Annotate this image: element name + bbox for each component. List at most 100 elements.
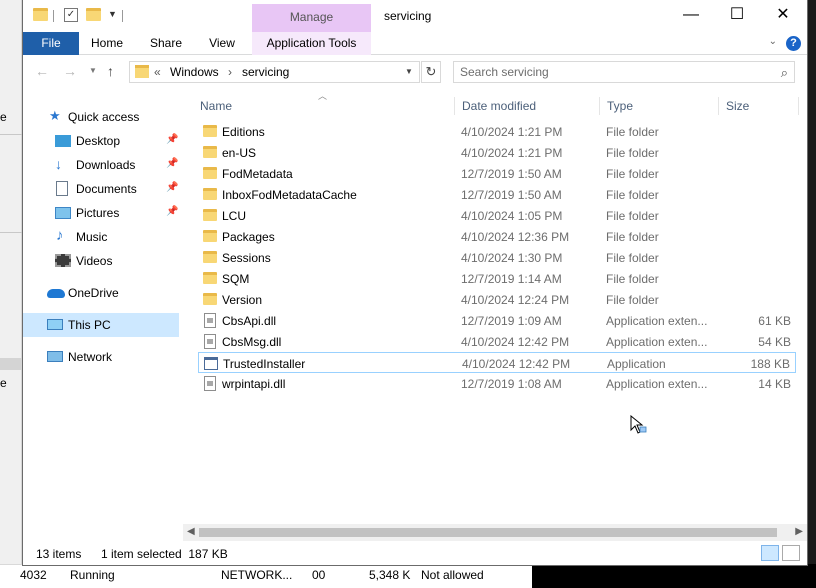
file-row[interactable]: SQM 12/7/2019 1:14 AM File folder (198, 268, 796, 289)
file-row[interactable]: en-US 4/10/2024 1:21 PM File folder (198, 142, 796, 163)
pin-icon: 📌 (166, 158, 179, 169)
file-date: 4/10/2024 12:42 PM (461, 335, 570, 349)
title-bar[interactable]: ✓ ▼ Manage servicing — ☐ ✕ (23, 0, 807, 32)
dll-file-icon (204, 313, 216, 328)
nav-music[interactable]: ♪ Music (23, 225, 183, 249)
tab-file[interactable]: File (23, 32, 79, 55)
new-folder-icon[interactable] (86, 8, 101, 21)
background-divider (0, 232, 22, 233)
column-header-size[interactable]: Size (719, 97, 799, 115)
search-box[interactable]: ⌕ (453, 61, 795, 83)
nav-videos[interactable]: Videos (23, 249, 183, 273)
desktop-icon (55, 135, 71, 147)
breadcrumb-separator[interactable]: › (228, 65, 232, 79)
column-header-name[interactable]: Name (193, 97, 455, 115)
properties-icon[interactable]: ✓ (64, 8, 78, 22)
file-row[interactable]: Editions 4/10/2024 1:21 PM File folder (198, 121, 796, 142)
nav-videos-label: Videos (76, 254, 113, 268)
scroll-left-icon[interactable]: ◀ (187, 526, 195, 537)
file-row[interactable]: LCU 4/10/2024 1:05 PM File folder (198, 205, 796, 226)
file-name: FodMetadata (222, 167, 293, 181)
nav-this-pc[interactable]: This PC (23, 313, 179, 337)
file-row[interactable]: FodMetadata 12/7/2019 1:50 AM File folder (198, 163, 796, 184)
large-icons-view-button[interactable] (782, 545, 800, 561)
file-row[interactable]: TrustedInstaller 4/10/2024 12:42 PM Applic… (198, 352, 796, 373)
file-type: File folder (606, 209, 659, 223)
file-date: 4/10/2024 1:21 PM (461, 125, 563, 139)
help-button[interactable]: ? (786, 36, 801, 51)
mouse-cursor-icon (630, 415, 647, 434)
dll-file-icon (204, 376, 216, 391)
file-row[interactable]: Sessions 4/10/2024 1:30 PM File folder (198, 247, 796, 268)
process-status: Running (70, 568, 115, 582)
file-row[interactable]: CbsApi.dll 12/7/2019 1:09 AM Application e… (198, 310, 796, 331)
recent-locations-icon[interactable]: ▼ (89, 66, 97, 75)
details-view-button[interactable] (761, 545, 779, 561)
file-row[interactable]: wrpintapi.dll 12/7/2019 1:08 AM Applicatio… (198, 373, 796, 394)
file-row[interactable]: CbsMsg.dll 4/10/2024 12:42 PM Application … (198, 331, 796, 352)
nav-documents[interactable]: Documents 📌 (23, 177, 183, 201)
file-size: 188 KB (750, 357, 790, 371)
address-dropdown-icon[interactable]: ▼ (405, 67, 413, 76)
background-text-stub: e (0, 110, 7, 124)
navigation-pane: ★ Quick access Desktop 📌 ↓ Downloads 📌 D… (23, 89, 193, 524)
column-header-date[interactable]: Date modified (455, 97, 600, 115)
address-bar[interactable]: « Windows › servicing ▼ (129, 61, 420, 83)
tab-view[interactable]: View (201, 32, 243, 55)
application-icon (204, 357, 218, 370)
column-header-type[interactable]: Type (600, 97, 719, 115)
scrollbar-thumb[interactable] (199, 528, 777, 537)
computer-icon (47, 319, 63, 330)
folder-icon (203, 251, 217, 263)
expand-ribbon-icon[interactable]: ⌄ (769, 36, 777, 47)
star-icon: ★ (49, 108, 61, 123)
folder-icon (203, 293, 217, 305)
nav-this-pc-label: This PC (68, 318, 111, 332)
maximize-button[interactable]: ☐ (714, 0, 760, 32)
folder-icon (203, 230, 217, 242)
forward-arrow-icon[interactable]: → (63, 63, 77, 79)
tab-application-tools[interactable]: Application Tools (252, 32, 371, 55)
breadcrumb-overflow[interactable]: « (154, 65, 161, 79)
file-type: Application exten... (606, 377, 708, 391)
breadcrumb-windows[interactable]: Windows (170, 65, 219, 79)
minimize-button[interactable]: — (668, 0, 714, 32)
file-row[interactable]: InboxFodMetadataCache 12/7/2019 1:50 AM Fi… (198, 184, 796, 205)
file-row[interactable]: Packages 4/10/2024 12:36 PM File folder (198, 226, 796, 247)
nav-quick-access[interactable]: ★ Quick access (23, 105, 183, 129)
tab-share[interactable]: Share (143, 32, 189, 55)
background-window-edge: e e (0, 0, 22, 566)
nav-pictures[interactable]: Pictures 📌 (23, 201, 183, 225)
file-type: File folder (606, 251, 659, 265)
close-button[interactable]: ✕ (760, 0, 806, 32)
horizontal-scrollbar[interactable]: ◀ ▶ (183, 524, 807, 541)
status-bar: 13 items 1 item selected 187 KB (23, 541, 807, 565)
tab-home[interactable]: Home (83, 32, 131, 55)
nav-desktop[interactable]: Desktop 📌 (23, 129, 183, 153)
picture-icon (55, 207, 71, 219)
nav-downloads[interactable]: ↓ Downloads 📌 (23, 153, 183, 177)
back-arrow-icon[interactable]: ← (35, 63, 49, 79)
file-name: Sessions (222, 251, 271, 265)
nav-network[interactable]: Network (23, 345, 183, 369)
pin-icon: 📌 (166, 182, 179, 193)
up-arrow-icon[interactable]: ↑ (107, 63, 114, 79)
file-name: Editions (222, 125, 265, 139)
selection-info: 1 item selected 187 KB (101, 547, 228, 561)
file-name: CbsMsg.dll (222, 335, 282, 349)
background-divider (0, 358, 22, 370)
file-row[interactable]: Version 4/10/2024 12:24 PM File folder (198, 289, 796, 310)
customize-qat-icon[interactable]: ▼ (108, 9, 117, 19)
file-name: TrustedInstaller (223, 357, 306, 371)
folder-icon (203, 167, 217, 179)
nav-pictures-label: Pictures (76, 206, 120, 220)
scroll-right-icon[interactable]: ▶ (795, 526, 803, 537)
nav-desktop-label: Desktop (76, 134, 121, 148)
search-input[interactable] (460, 64, 760, 80)
file-name: Packages (222, 230, 275, 244)
breadcrumb-servicing[interactable]: servicing (242, 65, 289, 79)
nav-onedrive[interactable]: OneDrive (23, 281, 183, 305)
file-type: Application exten... (606, 335, 708, 349)
refresh-button[interactable]: ↻ (421, 61, 441, 83)
file-date: 4/10/2024 1:05 PM (461, 209, 563, 223)
